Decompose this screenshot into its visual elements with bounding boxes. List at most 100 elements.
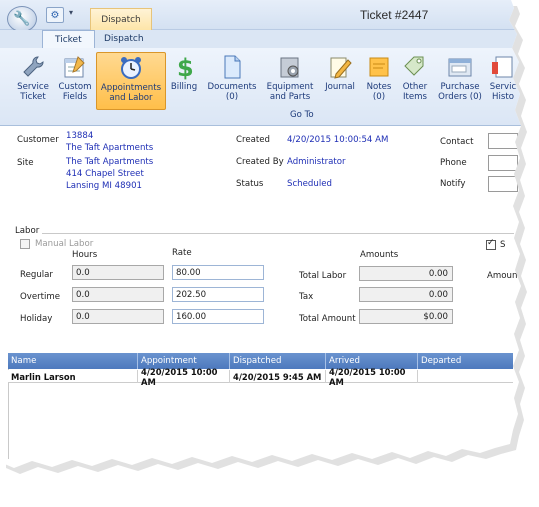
context-tab-dispatch[interactable]: Dispatch [90,8,152,30]
tax-value: 0.00 [359,287,453,302]
site-label: Site [17,158,34,168]
app-menu-button[interactable]: 🔧 [7,6,37,32]
ribbon-group-label: Go To [290,110,314,120]
column-header-name[interactable]: Name [8,353,138,369]
title-bar: 🔧 ⚙ ▾ Dispatch Ticket #2447 [0,0,521,32]
site-address-line2: Lansing MI 48901 [66,181,143,191]
documents-label: Documents (0) [207,82,257,102]
created-by-value: Administrator [287,157,346,167]
tab-dispatch[interactable]: Dispatch [92,30,156,48]
svg-text:$: $ [177,54,194,80]
total-labor-label: Total Labor [299,271,347,281]
site-name-link[interactable]: The Taft Apartments [66,157,153,167]
notes-button[interactable]: Notes (0) [364,52,394,110]
dollar-icon: $ [177,54,194,80]
cell-dispatched: 4/20/2015 9:45 AM [230,370,326,383]
created-label: Created [236,135,271,145]
document-icon [224,55,241,79]
site-address-line1: 414 Chapel Street [66,169,144,179]
service-ticket-label: Service Ticket [17,82,49,102]
right-checkbox[interactable] [486,238,496,250]
phone-label: Phone [440,158,467,168]
customer-label: Customer [17,135,59,145]
overtime-hours-field[interactable]: 0.0 [72,287,164,302]
history-icon [492,56,513,78]
quick-access-dropdown-icon[interactable]: ▾ [69,8,73,17]
screenshot-paper: 🔧 ⚙ ▾ Dispatch Ticket #2447 Ticket Dispa… [0,0,521,468]
customer-name-link[interactable]: The Taft Apartments [66,143,153,153]
equipment-icon [280,57,299,78]
rate-header: Rate [172,248,192,258]
customer-id-link[interactable]: 13884 [66,131,93,141]
column-header-dispatched[interactable]: Dispatched [230,353,326,369]
column-header-departed[interactable]: Departed [418,353,513,369]
purchase-orders-label: Purchase Orders (0) [438,82,482,102]
journal-icon [330,57,352,79]
manual-labor-checkbox[interactable] [20,239,30,249]
appointments-grid-header: Name Appointment Dispatched Arrived Depa… [8,353,513,369]
quick-access-settings-icon[interactable]: ⚙ [46,7,64,23]
service-ticket-button[interactable]: Service Ticket [12,52,54,110]
regular-rate-field[interactable]: 80.00 [172,265,264,280]
created-value: 4/20/2015 10:00:54 AM [287,135,389,145]
hours-header: Hours [72,250,98,260]
manual-labor-label: Manual Labor [35,239,94,249]
service-history-label: Servic Histo [489,82,517,102]
custom-fields-button[interactable]: Custom Fields [56,52,94,110]
phone-field[interactable] [488,155,518,171]
billing-button[interactable]: $ Billing [168,52,200,110]
total-labor-value: 0.00 [359,266,453,281]
equipment-and-parts-button[interactable]: Equipment and Parts [264,52,316,110]
status-label: Status [236,179,264,189]
total-amount-label: Total Amount [299,314,356,324]
appointments-and-labor-button[interactable]: Appointments and Labor [96,52,166,110]
amounts-header: Amounts [360,250,399,260]
note-icon [369,57,389,77]
window-title: Ticket #2447 [360,8,429,22]
status-value: Scheduled [287,179,332,189]
cell-name: Marlin Larson [8,370,138,383]
right-checkbox-label: S [500,240,506,250]
cell-appointment: 4/20/2015 10:00 AM [138,367,230,387]
purchase-orders-button[interactable]: Purchase Orders (0) [436,52,484,110]
contact-label: Contact [440,137,474,147]
contact-field[interactable] [488,133,518,149]
wrench-icon [23,56,44,77]
table-row[interactable]: Marlin Larson 4/20/2015 10:00 AM 4/20/20… [8,367,513,387]
regular-label: Regular [20,270,53,280]
amount-label: Amount [487,271,521,281]
other-items-button[interactable]: Other Items [398,52,432,110]
holiday-label: Holiday [20,314,53,324]
labor-section-divider [42,233,514,234]
service-history-button[interactable]: Servic Histo [488,52,518,110]
regular-hours-field[interactable]: 0.0 [72,265,164,280]
tax-label: Tax [299,292,314,302]
labor-section-title: Labor [15,226,40,236]
wrench-icon: 🔧 [13,11,31,27]
billing-label: Billing [170,82,198,92]
overtime-rate-field[interactable]: 202.50 [172,287,264,302]
total-amount-value: $0.00 [359,309,453,324]
journal-label: Journal [325,82,355,92]
notify-label: Notify [440,179,466,189]
notify-field[interactable] [488,176,518,192]
tab-ticket[interactable]: Ticket [42,30,95,48]
documents-button[interactable]: Documents (0) [206,52,258,110]
cell-departed [418,370,513,383]
ribbon: Service Ticket Custom Fields Appointments a… [0,48,521,126]
appointments-and-labor-label: Appointments and Labor [100,83,162,103]
equipment-and-parts-label: Equipment and Parts [266,82,314,102]
other-items-label: Other Items [402,82,428,102]
created-by-label: Created By [236,157,284,167]
alarm-clock-icon [121,57,141,79]
cell-arrived: 4/20/2015 10:00 AM [326,367,418,387]
journal-button[interactable]: Journal [322,52,358,110]
holiday-hours-field[interactable]: 0.0 [72,309,164,324]
overtime-label: Overtime [20,292,61,302]
purchase-order-icon [448,58,472,77]
tag-icon [404,56,424,76]
custom-fields-label: Custom Fields [58,82,92,102]
custom-fields-icon [64,56,85,78]
notes-label: Notes (0) [366,82,392,102]
holiday-rate-field[interactable]: 160.00 [172,309,264,324]
